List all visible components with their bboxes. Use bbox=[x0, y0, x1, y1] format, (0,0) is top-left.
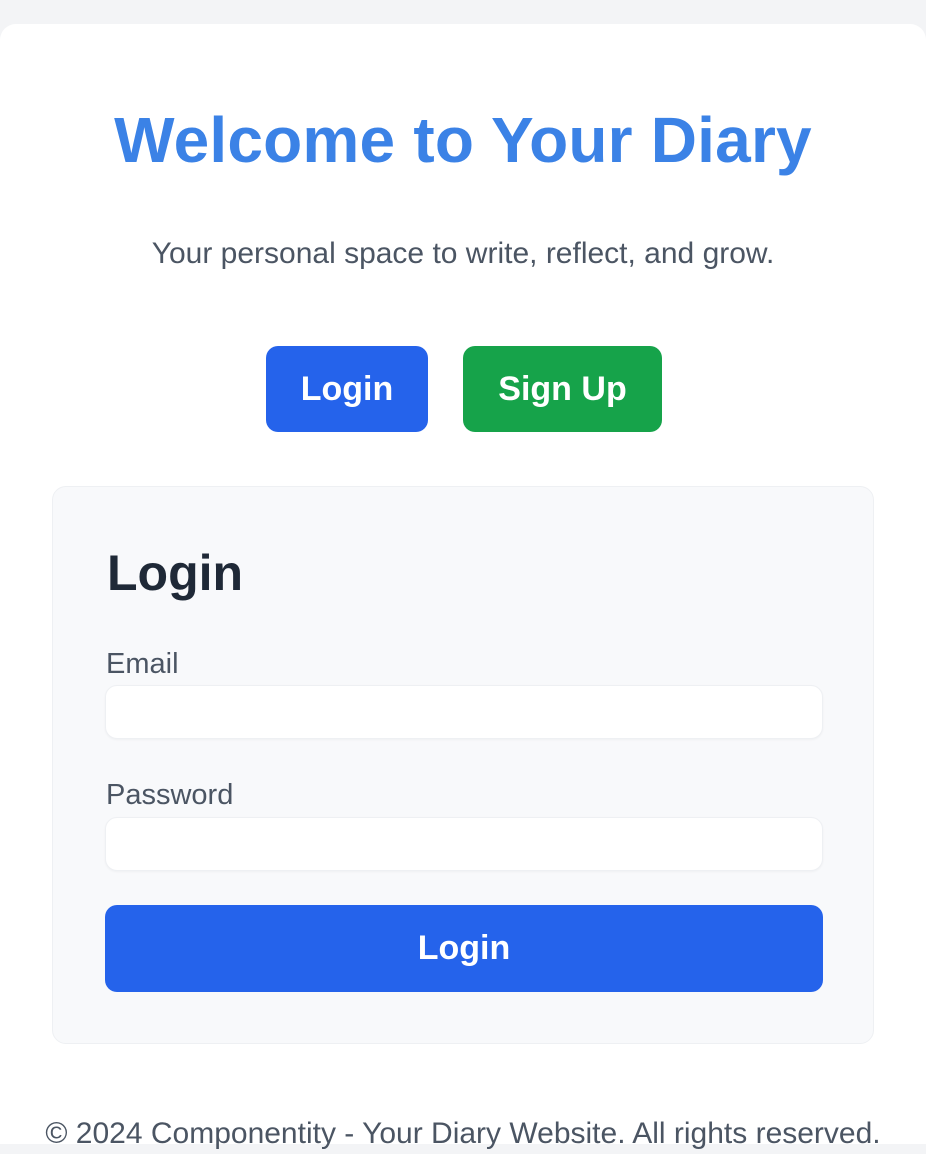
page-subtitle: Your personal space to write, reflect, a… bbox=[151, 237, 775, 270]
signup-button[interactable]: Sign Up bbox=[463, 346, 662, 432]
email-label: Email bbox=[106, 648, 179, 680]
login-submit-button[interactable]: Login bbox=[105, 905, 823, 992]
password-field[interactable] bbox=[105, 817, 823, 871]
password-label: Password bbox=[106, 779, 234, 811]
footer-text: © 2024 Componentity - Your Diary Website… bbox=[45, 1117, 881, 1150]
main-card: Welcome to Your Diary Your personal spac… bbox=[0, 24, 926, 1150]
login-form-title: Login bbox=[107, 545, 244, 601]
login-form-panel: Login Email Password Login bbox=[52, 486, 874, 1044]
email-field[interactable] bbox=[105, 685, 823, 739]
login-button[interactable]: Login bbox=[266, 346, 428, 432]
page-title: Welcome to Your Diary bbox=[114, 104, 812, 176]
